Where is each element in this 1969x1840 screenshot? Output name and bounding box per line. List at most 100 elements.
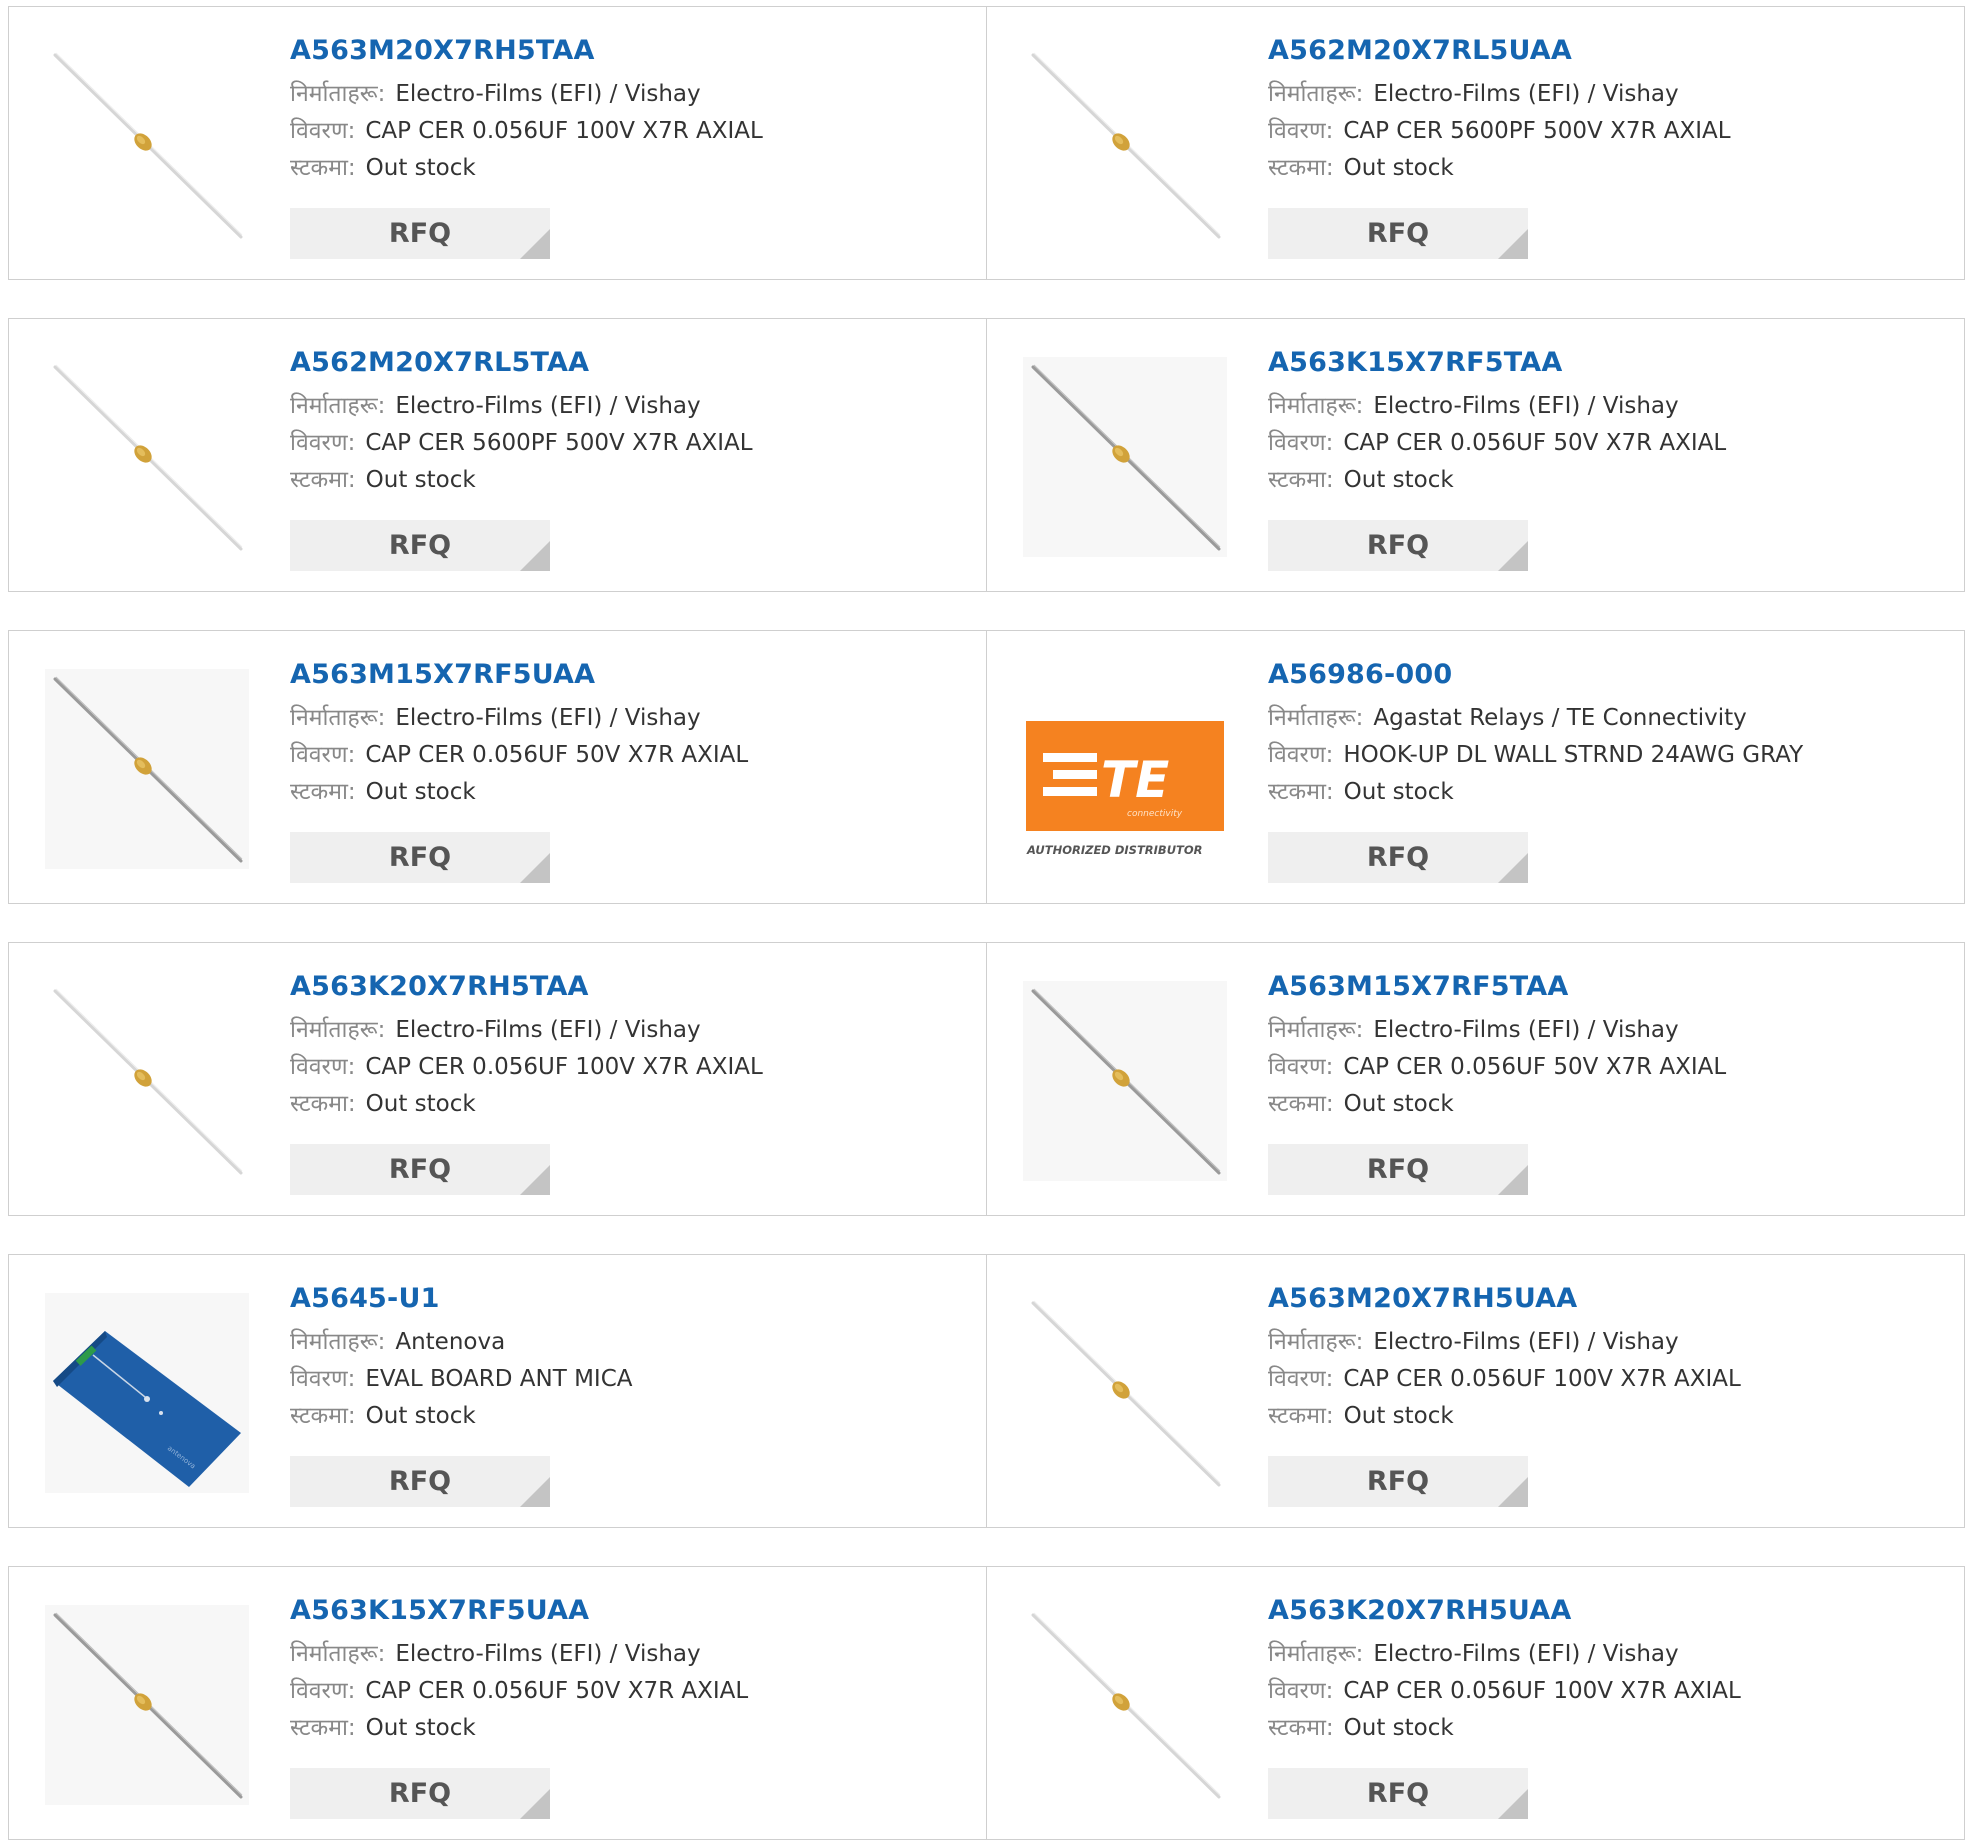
part-number-link[interactable]: A56986-000 [1268,661,1803,688]
part-number-link[interactable]: A563M15X7RF5TAA [1268,973,1726,1000]
rfq-button[interactable]: RFQ [290,832,550,883]
description-value: CAP CER 0.056UF 50V X7R AXIAL [365,742,749,768]
product-card: A562M20X7RL5UAA निर्माताहरू: Electro-Film… [986,6,1965,280]
description-row: विवरण: CAP CER 0.056UF 50V X7R AXIAL [290,743,748,767]
description-row: विवरण: CAP CER 0.056UF 100V X7R AXIAL [290,119,763,143]
manufacturer-value: Electro-Films (EFI) / Vishay [395,705,701,731]
part-number-link[interactable]: A563M20X7RH5UAA [1268,1285,1741,1312]
part-number-link[interactable]: A5645-U1 [290,1285,633,1312]
manufacturer-label: निर्माताहरू: [1268,1329,1364,1355]
manufacturer-label: निर्माताहरू: [290,1329,386,1355]
rfq-button[interactable]: RFQ [290,1456,550,1507]
description-value: CAP CER 0.056UF 100V X7R AXIAL [365,1054,763,1080]
stock-value: Out stock [365,1091,476,1117]
product-card: A563M20X7RH5UAA निर्माताहरू: Electro-Film… [986,1254,1965,1528]
stock-row: स्टकमा: Out stock [1268,1716,1741,1740]
description-label: विवरण: [1268,742,1334,768]
part-number-link[interactable]: A563K15X7RF5UAA [290,1597,748,1624]
product-card: A563M15X7RF5UAA निर्माताहरू: Electro-Film… [8,630,987,904]
description-row: विवरण: CAP CER 0.056UF 100V X7R AXIAL [1268,1679,1741,1703]
axial-capacitor-icon[interactable] [45,981,249,1181]
axial-capacitor-icon[interactable] [1023,45,1227,245]
description-label: विवरण: [290,430,356,456]
product-card: A563M15X7RF5TAA निर्माताहरू: Electro-Film… [986,942,1965,1216]
part-number-link[interactable]: A563K20X7RH5TAA [290,973,763,1000]
manufacturer-label: निर्माताहरू: [1268,81,1364,107]
manufacturer-value: Electro-Films (EFI) / Vishay [1373,1017,1679,1043]
part-number-link[interactable]: A563K20X7RH5UAA [1268,1597,1741,1624]
stock-row: स्टकमा: Out stock [290,1092,763,1116]
rfq-button[interactable]: RFQ [290,208,550,259]
description-label: विवरण: [1268,1054,1334,1080]
stock-label: स्टकमा: [290,1715,356,1741]
part-number-link[interactable]: A563K15X7RF5TAA [1268,349,1726,376]
product-card: A563M20X7RH5TAA निर्माताहरू: Electro-Film… [8,6,987,280]
rfq-button[interactable]: RFQ [290,1144,550,1195]
product-info: A563M15X7RF5UAA निर्माताहरू: Electro-Film… [290,661,748,804]
description-value: CAP CER 0.056UF 100V X7R AXIAL [365,118,763,144]
part-number-link[interactable]: A562M20X7RL5UAA [1268,37,1731,64]
product-info: A563M20X7RH5TAA निर्माताहरू: Electro-Film… [290,37,763,180]
stock-row: स्टकमा: Out stock [1268,1092,1726,1116]
rfq-button[interactable]: RFQ [1268,208,1528,259]
axial-capacitor-icon[interactable] [1023,1605,1227,1805]
manufacturer-value: Electro-Films (EFI) / Vishay [1373,1641,1679,1667]
manufacturer-row: निर्माताहरू: Electro-Films (EFI) / Vishay [290,706,748,730]
description-label: विवरण: [1268,1366,1334,1392]
axial-capacitor-gray-icon[interactable] [1023,981,1227,1181]
stock-value: Out stock [365,1403,476,1429]
rfq-button[interactable]: RFQ [290,1768,550,1819]
description-row: विवरण: EVAL BOARD ANT MICA [290,1367,633,1391]
rfq-corner-decoration [520,1789,550,1819]
axial-capacitor-gray-icon[interactable] [1023,357,1227,557]
part-number-link[interactable]: A562M20X7RL5TAA [290,349,753,376]
product-card: A563K20X7RH5UAA निर्माताहरू: Electro-Film… [986,1566,1965,1840]
rfq-button[interactable]: RFQ [290,520,550,571]
rfq-corner-decoration [1498,541,1528,571]
axial-capacitor-gray-icon[interactable] [45,1605,249,1805]
rfq-button[interactable]: RFQ [1268,1144,1528,1195]
manufacturer-label: निर्माताहरू: [1268,1641,1364,1667]
stock-label: स्टकमा: [1268,779,1334,805]
manufacturer-label: निर्माताहरू: [1268,1017,1364,1043]
rfq-button[interactable]: RFQ [1268,520,1528,571]
rfq-button[interactable]: RFQ [1268,1456,1528,1507]
rfq-button[interactable]: RFQ [1268,1768,1528,1819]
manufacturer-row: निर्माताहरू: Electro-Films (EFI) / Vishay [1268,1018,1726,1042]
stock-value: Out stock [1343,155,1454,181]
description-label: विवरण: [290,1054,356,1080]
manufacturer-label: निर्माताहरू: [290,705,386,731]
manufacturer-label: निर्माताहरू: [290,393,386,419]
description-value: HOOK-UP DL WALL STRND 24AWG GRAY [1343,742,1804,768]
product-card: TE connectivity AUTHORIZED DISTRIBUTOR A56… [986,630,1965,904]
description-label: विवरण: [1268,118,1334,144]
rfq-corner-decoration [1498,1789,1528,1819]
stock-label: स्टकमा: [290,155,356,181]
rfq-label: RFQ [1366,530,1430,561]
rfq-corner-decoration [1498,229,1528,259]
rfq-label: RFQ [388,530,452,561]
manufacturer-row: निर्माताहरू: Agastat Relays / TE Connecti… [1268,706,1803,730]
te-connectivity-logo[interactable]: TE connectivity AUTHORIZED DISTRIBUTOR [1023,669,1227,869]
part-number-link[interactable]: A563M20X7RH5TAA [290,37,763,64]
manufacturer-value: Electro-Films (EFI) / Vishay [1373,1329,1679,1355]
stock-value: Out stock [365,467,476,493]
manufacturer-value: Electro-Films (EFI) / Vishay [1373,81,1679,107]
manufacturer-value: Antenova [395,1329,506,1355]
stock-label: स्टकमा: [1268,1715,1334,1741]
description-row: विवरण: CAP CER 5600PF 500V X7R AXIAL [290,431,753,455]
rfq-label: RFQ [1366,1154,1430,1185]
stock-row: स्टकमा: Out stock [1268,468,1726,492]
axial-capacitor-icon[interactable] [45,357,249,557]
axial-capacitor-gray-icon[interactable] [45,669,249,869]
axial-capacitor-icon[interactable] [1023,1293,1227,1493]
eval-board-icon[interactable]: antenova [45,1293,249,1493]
rfq-corner-decoration [520,1165,550,1195]
description-row: विवरण: CAP CER 0.056UF 50V X7R AXIAL [1268,431,1726,455]
axial-capacitor-icon[interactable] [45,45,249,245]
rfq-button[interactable]: RFQ [1268,832,1528,883]
part-number-link[interactable]: A563M15X7RF5UAA [290,661,748,688]
description-label: विवरण: [290,742,356,768]
manufacturer-label: निर्माताहरू: [1268,393,1364,419]
stock-value: Out stock [1343,1091,1454,1117]
